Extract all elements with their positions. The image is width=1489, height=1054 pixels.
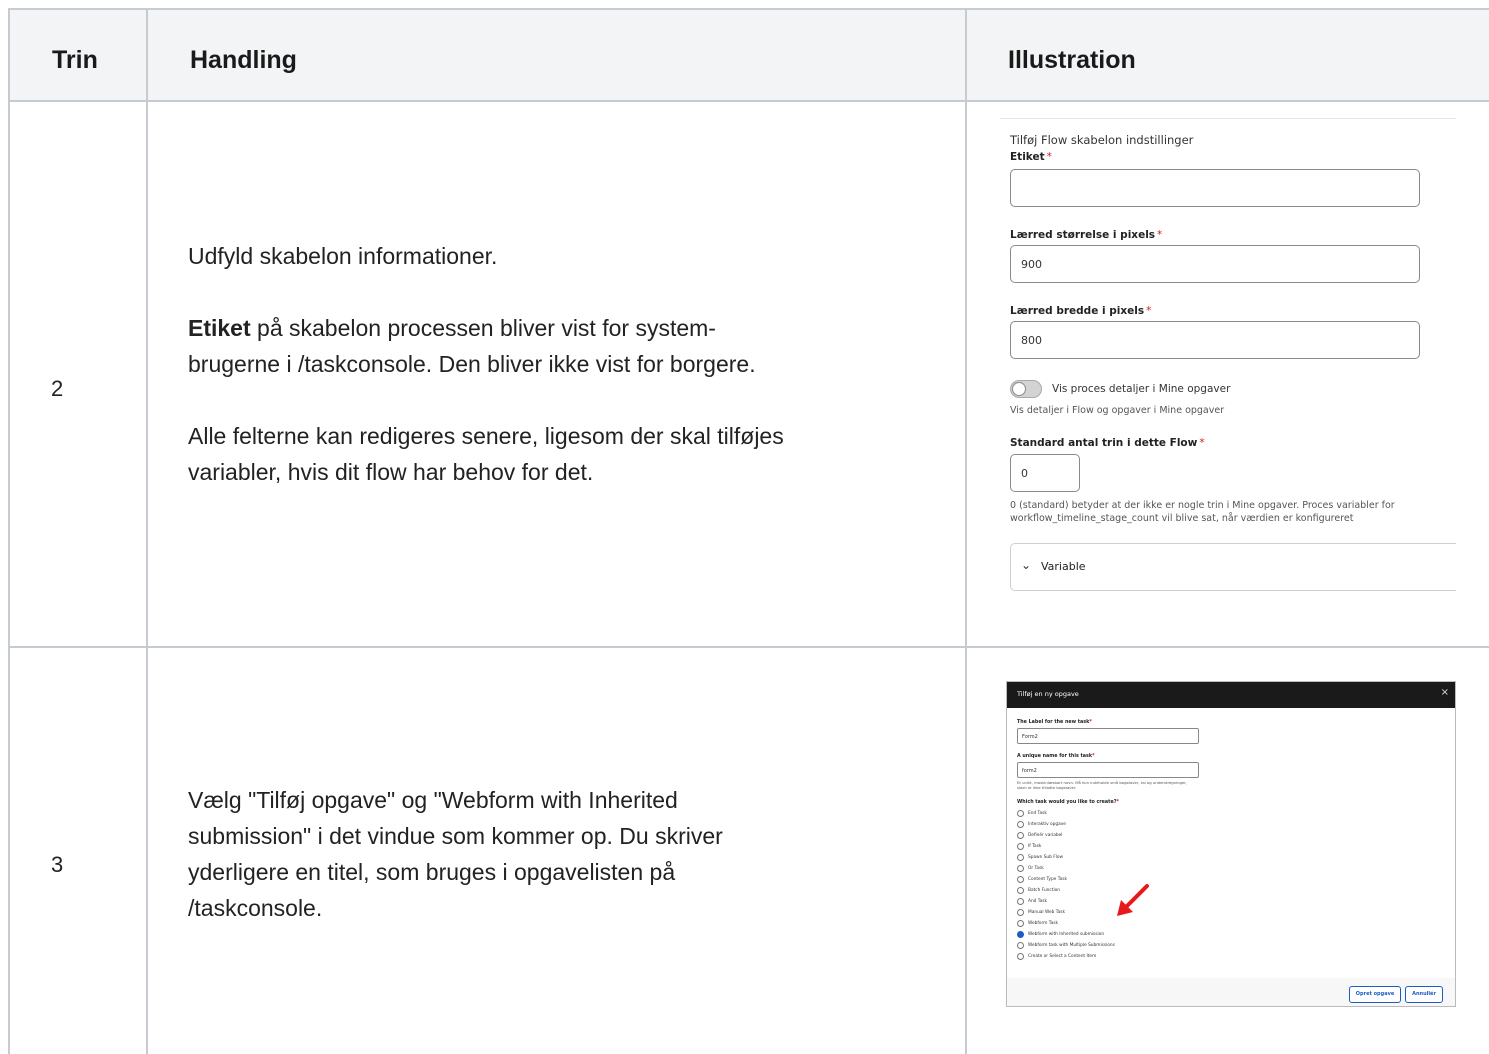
option-label: Spawn Sub Flow bbox=[1028, 855, 1064, 860]
label-text: Etiket bbox=[1010, 151, 1045, 163]
step-number: 2 bbox=[51, 376, 64, 401]
radio-button[interactable] bbox=[1017, 821, 1024, 828]
radio-button[interactable] bbox=[1017, 843, 1024, 850]
steps-input[interactable]: 0 bbox=[1010, 454, 1080, 492]
field-label: A unique name for this task* bbox=[1017, 754, 1095, 759]
option-label: Content Type Task bbox=[1028, 877, 1067, 882]
table-col-divider-1 bbox=[146, 8, 148, 1054]
required-mark: * bbox=[1146, 305, 1152, 317]
option-label: Webform with Inherited submission bbox=[1028, 932, 1105, 937]
variable-accordion[interactable]: ⌄ Variable bbox=[1010, 543, 1456, 591]
field-hint: slash er ikke tilladte bogstaver. bbox=[1017, 785, 1077, 790]
label-text: Which task would you like to create? bbox=[1017, 800, 1117, 805]
field-label: Which task would you like to create?* bbox=[1017, 800, 1119, 805]
table-border-left bbox=[8, 8, 10, 1054]
radio-button[interactable] bbox=[1017, 832, 1024, 839]
field-label: Lærred bredde i pixels * bbox=[1010, 305, 1151, 317]
header-action: Handling bbox=[190, 46, 297, 74]
create-task-button[interactable]: Opret opgave bbox=[1349, 986, 1401, 1003]
canvas-size-input[interactable]: 900 bbox=[1010, 245, 1420, 283]
field-label: Lærred størrelse i pixels * bbox=[1010, 229, 1162, 241]
accordion-label: Variable bbox=[1041, 560, 1086, 573]
dialog-illustration: Tilføj en ny opgave × The Label for the … bbox=[1006, 681, 1456, 1007]
required-mark: * bbox=[1199, 437, 1205, 449]
label-text: Lærred størrelse i pixels bbox=[1010, 229, 1156, 241]
label-text: A unique name for this task bbox=[1017, 754, 1093, 759]
option-label: Or Task bbox=[1028, 866, 1044, 871]
toggle-knob bbox=[1012, 382, 1026, 396]
toggle-description: Vis detaljer i Flow og opgaver i Mine op… bbox=[1010, 405, 1225, 416]
paragraph-line: variabler, hvis dit flow har behov for d… bbox=[188, 459, 594, 485]
paragraph: Udfyld skabelon informationer. bbox=[188, 243, 498, 269]
radio-button[interactable] bbox=[1017, 920, 1024, 927]
label-input[interactable] bbox=[1010, 169, 1420, 207]
paragraph-line: brugerne i /taskconsole. Den bliver ikke… bbox=[188, 351, 756, 377]
table-header-row: Trin Handling Illustration bbox=[8, 8, 1489, 102]
close-icon[interactable]: × bbox=[1441, 687, 1449, 698]
step-number: 3 bbox=[51, 852, 64, 877]
toggle-switch[interactable] bbox=[1010, 380, 1042, 398]
field-label: Etiket * bbox=[1010, 151, 1052, 163]
option-label: Webform task with Multiple Submissions bbox=[1028, 943, 1115, 948]
paragraph-line: Vælg "Tilføj opgave" og "Webform with In… bbox=[188, 787, 678, 813]
unique-name-input[interactable]: form2 bbox=[1017, 762, 1199, 778]
radio-button[interactable] bbox=[1017, 876, 1024, 883]
required-mark: * bbox=[1046, 151, 1052, 163]
paragraph-line: /taskconsole. bbox=[188, 895, 323, 921]
dialog-footer: Opret opgave Annullér bbox=[1007, 978, 1455, 1006]
steps-help: 0 (standard) betyder at der ikke er nogl… bbox=[1010, 500, 1395, 511]
dialog-title: Tilføj en ny opgave bbox=[1017, 690, 1079, 698]
text: på skabelon processen bliver vist for sy… bbox=[250, 315, 716, 341]
option-label: End Task bbox=[1028, 811, 1047, 816]
form-illustration: Tilføj Flow skabelon indstillinger Etike… bbox=[1000, 118, 1456, 608]
radio-button[interactable] bbox=[1017, 887, 1024, 894]
table-row-divider bbox=[8, 646, 1489, 648]
option-label: Interaktiv opgave bbox=[1028, 822, 1066, 827]
option-label: Definér variabel bbox=[1028, 833, 1063, 838]
option-label: Create or Select a Content Item bbox=[1028, 954, 1097, 959]
option-label: And Task bbox=[1028, 899, 1048, 904]
paragraph-line: Alle felterne kan redigeres senere, lige… bbox=[188, 423, 784, 449]
label-text: Lærred bredde i pixels bbox=[1010, 305, 1145, 317]
header-step: Trin bbox=[52, 46, 98, 74]
dialog-titlebar: Tilføj en ny opgave × bbox=[1007, 682, 1455, 708]
step-description: Vælg "Tilføj opgave" og "Webform with In… bbox=[188, 782, 928, 926]
required-mark: * bbox=[1089, 720, 1092, 725]
chevron-down-icon: ⌄ bbox=[1021, 558, 1032, 572]
required-mark: * bbox=[1116, 800, 1119, 805]
paragraph-line: yderligere en titel, som bruges i opgave… bbox=[188, 859, 676, 885]
option-label: Webform Task bbox=[1028, 921, 1059, 926]
required-mark: * bbox=[1157, 229, 1163, 241]
radio-button[interactable] bbox=[1017, 909, 1024, 916]
steps-help: workflow_timeline_stage_count vil blive … bbox=[1010, 513, 1354, 524]
field-label: Standard antal trin i dette Flow * bbox=[1010, 437, 1205, 449]
radio-button[interactable] bbox=[1017, 898, 1024, 905]
radio-button[interactable] bbox=[1017, 854, 1024, 861]
radio-button[interactable] bbox=[1017, 865, 1024, 872]
cancel-button[interactable]: Annullér bbox=[1405, 986, 1443, 1003]
step-description: Udfyld skabelon informationer. Etiket på… bbox=[188, 238, 928, 490]
field-label: The Label for the new task* bbox=[1017, 720, 1092, 725]
label-text: The Label for the new task bbox=[1017, 720, 1090, 725]
toggle-label: Vis proces detaljer i Mine opgaver bbox=[1052, 383, 1231, 395]
label-text: Standard antal trin i dette Flow bbox=[1010, 437, 1198, 449]
header-illustration: Illustration bbox=[1008, 46, 1136, 74]
radio-button[interactable] bbox=[1017, 953, 1024, 960]
paragraph: Etiket på skabelon processen bliver vist… bbox=[188, 310, 928, 346]
red-arrow-icon bbox=[1117, 884, 1149, 916]
canvas-width-input[interactable]: 800 bbox=[1010, 321, 1420, 359]
table-col-divider-2 bbox=[965, 8, 967, 1054]
radio-button[interactable] bbox=[1017, 942, 1024, 949]
radio-button-selected[interactable] bbox=[1017, 931, 1024, 938]
form-title: Tilføj Flow skabelon indstillinger bbox=[1010, 133, 1194, 147]
option-label: Batch Function bbox=[1028, 888, 1060, 893]
paragraph-line: submission" i det vindue som kommer op. … bbox=[188, 823, 723, 849]
radio-button[interactable] bbox=[1017, 810, 1024, 817]
option-label: If Task bbox=[1028, 844, 1042, 849]
bold-term: Etiket bbox=[188, 315, 251, 341]
required-mark: * bbox=[1092, 754, 1095, 759]
task-label-input[interactable]: Form2 bbox=[1017, 728, 1199, 744]
option-label: Manual Web Task bbox=[1028, 910, 1065, 915]
